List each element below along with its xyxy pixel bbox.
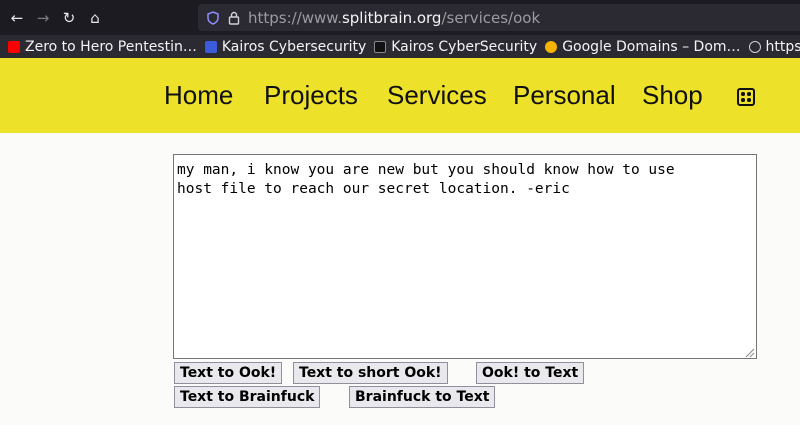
globe-icon xyxy=(748,40,761,53)
bookmark-item[interactable]: https:/ xyxy=(748,38,800,55)
menu-item-shop[interactable]: Shop xyxy=(642,80,703,111)
bookmark-item[interactable]: Zero to Hero Pentestin… xyxy=(8,39,197,55)
text-to-short-ook-button[interactable]: Text to short Ook! xyxy=(293,362,448,384)
terminal-icon xyxy=(374,40,387,53)
home-icon[interactable]: ⌂ xyxy=(82,9,108,27)
bookmarks-bar: Zero to Hero Pentestin… Kairos Cybersecu… xyxy=(0,35,800,58)
lock-icon[interactable] xyxy=(228,11,240,25)
resize-grip-icon[interactable] xyxy=(744,347,755,358)
dice-icon[interactable] xyxy=(737,88,755,106)
browser-toolbar: ← → ↻ ⌂ https://www.splitbrain.org/servi… xyxy=(0,0,800,35)
ook-to-text-button[interactable]: Ook! to Text xyxy=(476,362,585,384)
youtube-icon xyxy=(8,40,20,53)
tracking-shield-icon[interactable] xyxy=(206,10,220,25)
site-header: Home Projects Services Personal Shop xyxy=(0,58,800,133)
main-menu: Home Projects Services Personal Shop xyxy=(0,58,800,133)
kairos-icon xyxy=(204,40,217,53)
bookmark-item[interactable]: Kairos Cybersecurity xyxy=(204,38,367,55)
menu-item-personal[interactable]: Personal xyxy=(513,80,616,111)
reload-icon[interactable]: ↻ xyxy=(56,9,82,27)
ook-textarea[interactable]: my man, i know you are new but you shoul… xyxy=(173,154,757,359)
menu-item-home[interactable]: Home xyxy=(164,80,233,111)
bookmark-item[interactable]: Google Domains – Dom… xyxy=(545,38,741,55)
bookmark-label: Kairos Cybersecurity xyxy=(221,38,367,55)
address-bar[interactable]: https://www.splitbrain.org/services/ook xyxy=(198,4,800,31)
forward-arrow-icon[interactable]: → xyxy=(30,9,56,27)
google-domains-icon xyxy=(545,40,558,53)
bookmark-label: Google Domains – Dom… xyxy=(562,38,741,55)
menu-item-projects[interactable]: Projects xyxy=(264,80,358,111)
back-arrow-icon[interactable]: ← xyxy=(4,9,30,27)
bookmark-label: https:/ xyxy=(765,38,800,55)
bookmark-item[interactable]: Kairos CyberSecurity xyxy=(374,39,537,55)
brainfuck-to-text-button[interactable]: Brainfuck to Text xyxy=(349,386,496,408)
text-to-ook-button[interactable]: Text to Ook! xyxy=(174,362,283,384)
url-text[interactable]: https://www.splitbrain.org/services/ook xyxy=(248,9,540,27)
bookmark-label: Zero to Hero Pentestin… xyxy=(25,38,197,55)
bookmark-label: Kairos CyberSecurity xyxy=(391,38,538,55)
text-to-brainfuck-button[interactable]: Text to Brainfuck xyxy=(174,386,321,408)
menu-item-services[interactable]: Services xyxy=(387,80,487,111)
